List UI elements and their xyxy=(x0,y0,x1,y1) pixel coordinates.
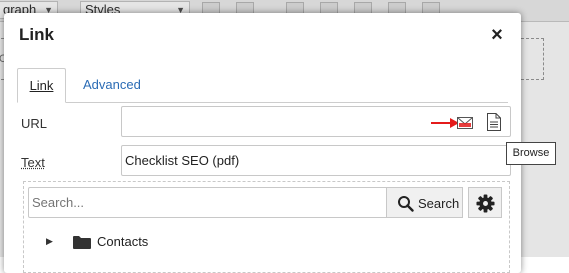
annotation-arrow-icon xyxy=(431,118,459,128)
search-button[interactable]: Search xyxy=(386,187,463,218)
tab-link[interactable]: Link xyxy=(17,68,66,103)
browse-tooltip: Browse xyxy=(506,142,556,165)
file-browser: Search ▶ Contacts xyxy=(23,181,510,273)
url-label: URL xyxy=(21,116,48,131)
dialog-tabs: Link Advanced xyxy=(17,68,508,103)
close-button[interactable]: × xyxy=(488,25,506,45)
tree-item-contacts[interactable]: ▶ Contacts xyxy=(46,232,246,252)
expand-arrow-icon[interactable]: ▶ xyxy=(46,236,53,247)
text-label: Text xyxy=(21,155,45,170)
search-input[interactable] xyxy=(28,187,387,218)
search-icon xyxy=(398,196,414,212)
text-input[interactable] xyxy=(121,145,511,176)
tree-item-label: Contacts xyxy=(97,234,149,249)
settings-button[interactable] xyxy=(468,187,502,218)
search-button-label: Search xyxy=(418,196,460,211)
link-dialog: Link × Link Advanced URL Text Search xyxy=(4,13,521,273)
folder-icon xyxy=(73,236,91,249)
dialog-title: Link xyxy=(19,25,54,44)
tab-advanced[interactable]: Advanced xyxy=(83,68,141,103)
envelope-icon xyxy=(457,117,473,129)
gear-icon xyxy=(476,194,495,213)
browse-file-icon[interactable] xyxy=(486,113,502,131)
